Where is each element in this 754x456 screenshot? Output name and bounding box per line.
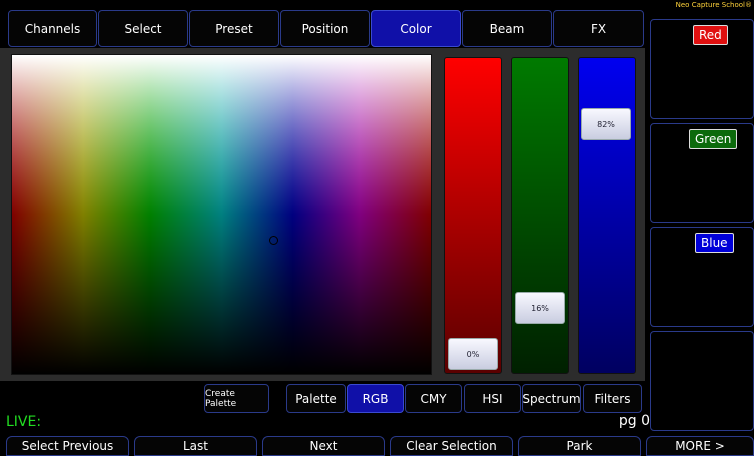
- create-palette-button[interactable]: Create Palette: [204, 384, 269, 413]
- tab-preset[interactable]: Preset: [189, 10, 279, 47]
- rgb-mode-button[interactable]: RGB: [347, 384, 404, 413]
- blue-slider[interactable]: [578, 57, 636, 374]
- hsi-mode-button[interactable]: HSI: [464, 384, 521, 413]
- side-button-blue[interactable]: Blue: [650, 227, 754, 327]
- red-slider[interactable]: [444, 57, 502, 374]
- tab-select[interactable]: Select: [98, 10, 188, 47]
- more-button[interactable]: MORE >: [646, 436, 754, 456]
- red-label: Red: [693, 25, 728, 45]
- tab-color[interactable]: Color: [371, 10, 461, 47]
- red-slider-handle[interactable]: 0%: [448, 338, 498, 370]
- side-button-green[interactable]: Green: [650, 123, 754, 223]
- green-slider-handle[interactable]: 16%: [515, 292, 565, 324]
- palette-mode-button[interactable]: Palette: [286, 384, 346, 413]
- cmy-mode-button[interactable]: CMY: [405, 384, 462, 413]
- green-label: Green: [689, 129, 738, 149]
- tab-beam[interactable]: Beam: [462, 10, 552, 47]
- last-button[interactable]: Last: [134, 436, 257, 456]
- next-button[interactable]: Next: [262, 436, 385, 456]
- spectrum-mode-button[interactable]: Spectrum: [522, 384, 581, 413]
- tab-channels[interactable]: Channels: [8, 10, 97, 47]
- park-button[interactable]: Park: [518, 436, 641, 456]
- tab-position[interactable]: Position: [280, 10, 370, 47]
- tab-fx[interactable]: FX: [553, 10, 644, 47]
- color-picker-cursor[interactable]: [269, 236, 278, 245]
- blue-label: Blue: [695, 233, 734, 253]
- live-status: LIVE:: [6, 414, 42, 430]
- green-slider[interactable]: [511, 57, 569, 374]
- brand-label: Neo Capture School®: [675, 1, 752, 9]
- clear-selection-button[interactable]: Clear Selection: [390, 436, 513, 456]
- filters-mode-button[interactable]: Filters: [583, 384, 642, 413]
- side-button-empty[interactable]: [650, 331, 754, 431]
- page-indicator: pg 0: [618, 413, 650, 429]
- color-picker-field[interactable]: [11, 54, 432, 375]
- select-previous-button[interactable]: Select Previous: [6, 436, 129, 456]
- blue-slider-handle[interactable]: 82%: [581, 108, 631, 140]
- side-button-red[interactable]: Red: [650, 19, 754, 119]
